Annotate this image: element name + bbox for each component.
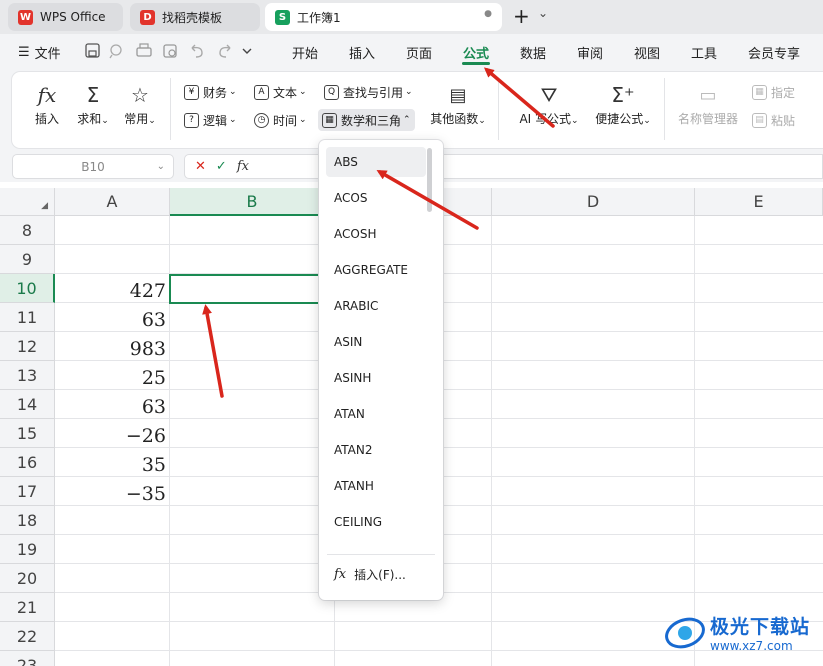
- annotation-arrow-abs: [376, 170, 479, 230]
- watermark: 极光下载站 www.xz7.com: [664, 612, 810, 653]
- annotation-arrow-formula-tab: [483, 67, 555, 128]
- spreadsheet-window: W WPS Office D 找稻壳模板 S 工作簿1 ● + ⌄ ☰ 文件 开…: [0, 0, 823, 666]
- annotation-overlay: [202, 67, 555, 398]
- watermark-url: www.xz7.com: [710, 639, 793, 653]
- watermark-logo-icon: [665, 617, 705, 648]
- watermark-title: 极光下载站: [710, 616, 811, 638]
- annotation-arrow-cell: [202, 304, 224, 398]
